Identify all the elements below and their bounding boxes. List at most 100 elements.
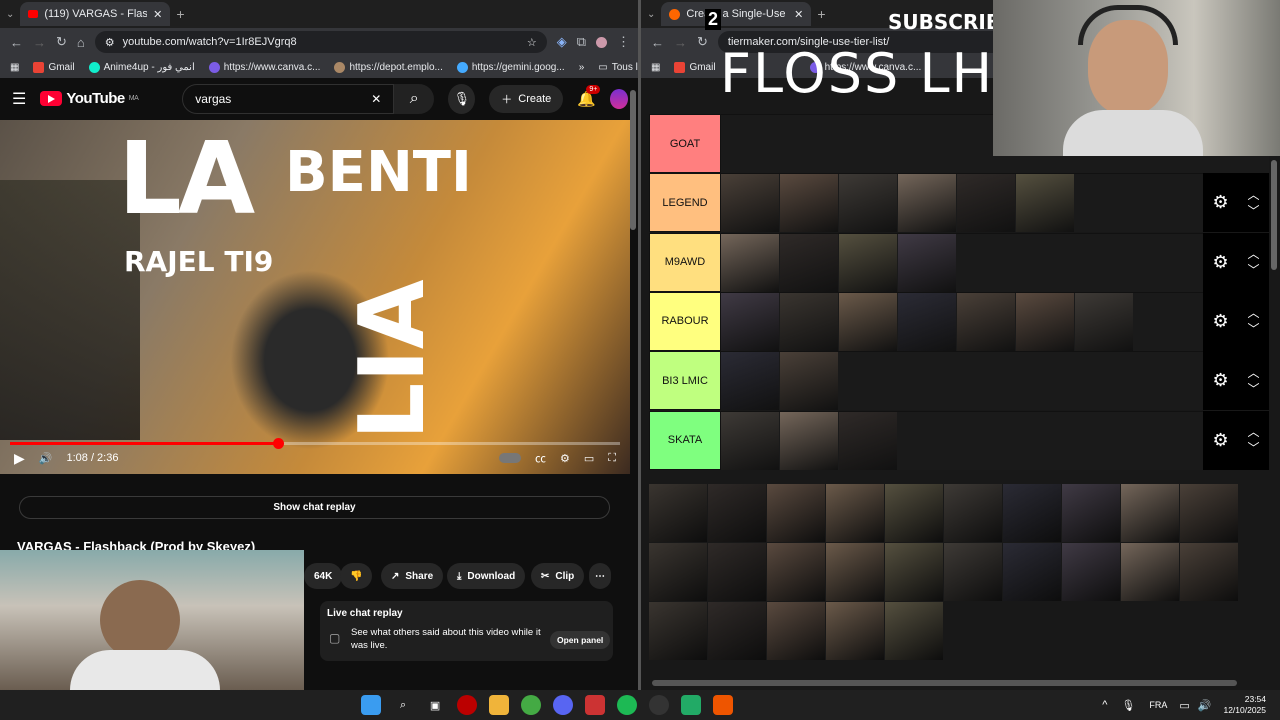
rapper-avatar[interactable] <box>780 352 838 411</box>
autoplay-toggle[interactable] <box>499 453 522 463</box>
unranked-avatar[interactable] <box>649 543 707 601</box>
file-explorer-icon[interactable] <box>489 695 510 715</box>
rapper-avatar[interactable] <box>721 233 779 292</box>
search-input[interactable]: vargas ✕ <box>182 83 395 114</box>
unranked-avatar[interactable] <box>649 602 707 660</box>
horizontal-scrollbar[interactable] <box>652 680 1237 686</box>
unranked-avatar[interactable] <box>1121 543 1179 601</box>
rapper-avatar[interactable] <box>898 233 956 292</box>
unranked-avatar[interactable] <box>944 484 1002 542</box>
unranked-avatar[interactable] <box>1180 484 1238 542</box>
bookmark-depot[interactable]: https://depot.emplo... <box>334 61 443 73</box>
chevron-up-icon[interactable]: ︿ <box>1248 424 1260 440</box>
unranked-avatar[interactable] <box>708 484 766 542</box>
tier-settings-gear-icon[interactable]: ⚙ <box>1212 311 1228 332</box>
unranked-avatar[interactable] <box>885 484 943 542</box>
app-orange-icon[interactable] <box>713 695 734 715</box>
bookmark-anime[interactable]: Anime4up - انمي فور <box>88 61 195 73</box>
search-icon[interactable]: ⌕ <box>393 695 413 715</box>
terminal-icon[interactable] <box>681 695 702 715</box>
voice-search-button[interactable]: 🎙 <box>448 83 476 114</box>
rapper-avatar[interactable] <box>721 411 779 470</box>
rapper-avatar[interactable] <box>839 174 897 233</box>
rapper-avatar[interactable] <box>957 292 1015 351</box>
new-tab-button[interactable]: + <box>176 6 184 22</box>
unranked-avatar[interactable] <box>885 602 943 660</box>
discord-icon[interactable] <box>553 695 574 715</box>
rapper-avatar[interactable] <box>839 233 897 292</box>
unranked-avatar[interactable] <box>944 543 1002 601</box>
chevron-up-icon[interactable]: ︿ <box>1248 365 1260 381</box>
play-icon[interactable]: ▶ <box>14 450 25 467</box>
unranked-avatar[interactable] <box>826 543 884 601</box>
apps-grid-icon[interactable]: ▦ <box>10 62 19 73</box>
unranked-avatar[interactable] <box>826 602 884 660</box>
tier-settings-gear-icon[interactable]: ⚙ <box>1212 252 1228 273</box>
youtube-logo[interactable]: YouTube MA <box>40 90 139 107</box>
unranked-avatar[interactable] <box>1062 543 1120 601</box>
unranked-avatar[interactable] <box>826 484 884 542</box>
unranked-avatar[interactable] <box>649 484 707 542</box>
bookmark-gmail[interactable]: Gmail <box>33 61 75 73</box>
right-scrollbar[interactable] <box>1271 160 1277 270</box>
chevron-down-icon[interactable]: ﹀ <box>1248 440 1260 456</box>
share-button[interactable]: ↗ Share <box>381 563 444 589</box>
language-indicator[interactable]: FRA <box>1149 700 1167 710</box>
rapper-avatar[interactable] <box>780 411 838 470</box>
chevron-up-icon[interactable]: ︿ <box>1248 187 1260 203</box>
fullscreen-icon[interactable]: ⛶ <box>608 452 616 465</box>
rapper-avatar[interactable] <box>839 411 897 470</box>
open-panel-button[interactable]: Open panel <box>550 631 611 649</box>
search-button[interactable]: ⌕ <box>394 83 435 114</box>
reload-icon[interactable]: ↻ <box>56 34 67 50</box>
unranked-avatar[interactable] <box>708 602 766 660</box>
chevron-down-icon[interactable]: ﹀ <box>1248 262 1260 278</box>
rapper-avatar[interactable] <box>721 352 779 411</box>
unranked-avatar[interactable] <box>708 543 766 601</box>
unranked-avatar[interactable] <box>885 543 943 601</box>
tab-youtube[interactable]: (119) VARGAS - Flashback (Prod. ✕ <box>20 2 171 26</box>
chevron-down-icon[interactable]: ﹀ <box>1248 321 1260 337</box>
apps-grid-icon[interactable]: ▦ <box>651 62 660 73</box>
chevron-up-icon[interactable]: ︿ <box>1248 246 1260 262</box>
show-chat-replay-button[interactable]: Show chat replay <box>19 496 610 519</box>
tier-label[interactable]: SKATA <box>649 410 721 470</box>
extension-icon[interactable]: ◈ <box>557 34 567 50</box>
all-bookmarks[interactable]: ▭Tous les favoris <box>598 62 640 73</box>
reload-icon[interactable]: ↻ <box>697 34 708 50</box>
rapper-avatar[interactable] <box>780 292 838 351</box>
unranked-avatar[interactable] <box>767 602 825 660</box>
rapper-avatar[interactable] <box>1075 292 1133 351</box>
forward-icon[interactable]: → <box>33 35 46 50</box>
speaker-icon[interactable]: 🔊 <box>1198 699 1212 712</box>
site-info-icon[interactable]: ⚙ <box>105 36 115 49</box>
menu-kebab-icon[interactable]: ⋮ <box>617 34 630 50</box>
extensions-puzzle-icon[interactable]: ⧉ <box>577 34 586 50</box>
rapper-avatar[interactable] <box>1016 174 1074 233</box>
tier-settings-gear-icon[interactable]: ⚙ <box>1212 370 1228 391</box>
network-icon[interactable]: ▭ <box>1179 699 1189 712</box>
rapper-avatar[interactable] <box>898 292 956 351</box>
forward-icon[interactable]: → <box>674 35 687 50</box>
bookmarks-more-icon[interactable]: » <box>579 62 585 73</box>
bookmark-gmail[interactable]: Gmail <box>674 61 716 73</box>
chrome-icon[interactable] <box>521 695 542 715</box>
tier-settings-gear-icon[interactable]: ⚙ <box>1212 192 1228 213</box>
microphone-icon[interactable]: 🎙 <box>1121 699 1135 712</box>
unranked-avatar[interactable] <box>767 484 825 542</box>
unranked-avatar[interactable] <box>1121 484 1179 542</box>
new-tab-button[interactable]: + <box>817 6 825 22</box>
tab-list-icon[interactable]: ⌄ <box>647 9 655 20</box>
clear-search-icon[interactable]: ✕ <box>371 92 381 106</box>
back-icon[interactable]: ← <box>10 35 23 50</box>
rapper-avatar[interactable] <box>780 233 838 292</box>
tray-chevron-icon[interactable]: ^ <box>1102 699 1107 711</box>
create-button[interactable]: ＋ Create <box>489 84 564 113</box>
spotify-icon[interactable] <box>617 695 638 715</box>
bookmark-gemini[interactable]: https://gemini.goog... <box>456 61 565 73</box>
app-red-icon[interactable] <box>457 695 478 715</box>
chevron-down-icon[interactable]: ﹀ <box>1248 203 1260 219</box>
home-icon[interactable]: ⌂ <box>77 35 85 50</box>
rapper-avatar[interactable] <box>721 174 779 233</box>
unranked-avatar[interactable] <box>1180 543 1238 601</box>
